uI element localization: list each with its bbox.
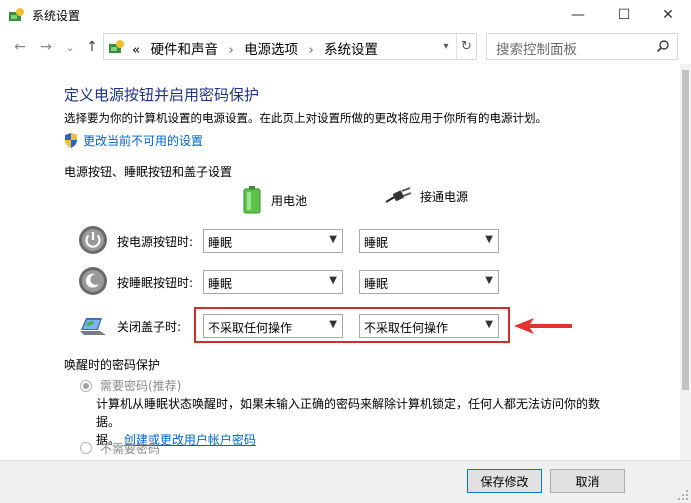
breadcrumb-item-power-options[interactable]: 电源选项	[244, 42, 298, 58]
no-password-option[interactable]: 不需要密码	[80, 440, 160, 456]
page-title: 定义电源按钮并启用密码保护	[64, 86, 260, 104]
breadcrumb: « 硬件和声音 › 电源选项 › 系统设置	[132, 38, 378, 58]
content-area: 定义电源按钮并启用密码保护 选择要为你的计算机设置的电源设置。在此页上对设置所做…	[0, 64, 691, 464]
title-bar: 系统设置 — ☐ ✕	[0, 0, 691, 30]
back-button[interactable]: ←	[10, 36, 30, 58]
breadcrumb-item-system-settings[interactable]: 系统设置	[324, 42, 378, 58]
save-changes-button[interactable]: 保存修改	[467, 469, 542, 493]
close-button[interactable]: ✕	[645, 0, 691, 30]
sleep-button-label: 按睡眠按钮时:	[117, 276, 194, 290]
power-button-battery-value: 睡眠	[208, 236, 233, 250]
annotation-arrow-icon	[514, 318, 572, 334]
address-bar[interactable]: « 硬件和声音 › 电源选项 › 系统设置 ▾ ↻	[103, 33, 477, 60]
battery-column-header: 用电池	[243, 186, 307, 214]
minimize-button[interactable]: —	[555, 0, 601, 30]
recent-locations-button[interactable]: ⌄	[60, 36, 80, 58]
wake-password-section-heading: 唤醒时的密码保护	[64, 358, 161, 372]
power-plug-icon	[385, 187, 412, 203]
chevron-down-icon: ▼	[329, 234, 337, 245]
battery-column-label: 用电池	[271, 193, 308, 208]
power-button-icon	[79, 226, 107, 254]
maximize-button[interactable]: ☐	[601, 0, 647, 30]
sleep-button-battery-select[interactable]: 睡眠 ▼	[203, 270, 343, 294]
sleep-button-plugged-select[interactable]: 睡眠 ▼	[359, 270, 499, 294]
cancel-button[interactable]: 取消	[550, 469, 625, 493]
require-password-description-text: 计算机从睡眠状态唤醒时，如果未输入正确的密码来解除计算机锁定，任何人都无法访问你…	[96, 397, 601, 429]
power-button-battery-select[interactable]: 睡眠 ▼	[203, 229, 343, 253]
page-description: 选择要为你的计算机设置的电源设置。在此页上对设置所做的更改将应用于你所有的电源计…	[64, 111, 547, 125]
require-password-option[interactable]: 需要密码(推荐)	[80, 377, 181, 394]
close-lid-label: 关闭盖子时:	[117, 320, 182, 334]
window-title: 系统设置	[32, 9, 81, 23]
search-icon[interactable]	[656, 39, 670, 53]
vertical-scrollbar[interactable]	[680, 64, 691, 464]
address-dropdown-icon[interactable]: ▾	[436, 34, 456, 59]
control-panel-icon	[109, 40, 124, 53]
footer-bar: 保存修改 取消	[0, 460, 691, 503]
control-panel-icon	[9, 8, 24, 21]
forward-button[interactable]: →	[36, 36, 56, 58]
shield-icon	[65, 133, 77, 148]
plugged-in-column-label: 接通电源	[420, 189, 469, 204]
power-button-plugged-select[interactable]: 睡眠 ▼	[359, 229, 499, 253]
power-buttons-section-heading: 电源按钮、睡眠按钮和盖子设置	[64, 165, 233, 179]
sleep-button-battery-value: 睡眠	[208, 277, 233, 291]
chevron-down-icon: ▼	[329, 275, 337, 286]
chevron-down-icon: ▼	[485, 275, 493, 286]
navigation-bar: ← → ⌄ ↑ « 硬件和声音 › 电源选项 › 系统设置 ▾ ↻ 搜索控制面板	[0, 30, 691, 64]
plugged-in-column-header: 接通电源	[384, 186, 468, 206]
resize-grip-icon[interactable]	[677, 489, 689, 501]
laptop-lid-icon	[80, 318, 106, 335]
radio-selected-icon[interactable]	[80, 379, 92, 392]
refresh-icon[interactable]: ↻	[456, 34, 476, 59]
sleep-button-plugged-value: 睡眠	[364, 277, 389, 291]
no-password-label: 不需要密码	[100, 441, 161, 456]
power-button-plugged-value: 睡眠	[364, 236, 389, 250]
change-unavailable-settings-link[interactable]: 更改当前不可用的设置	[64, 132, 203, 149]
battery-icon	[243, 186, 261, 214]
breadcrumb-separator[interactable]: ›	[228, 42, 233, 58]
chevron-down-icon: ▼	[485, 234, 493, 245]
scrollbar-thumb[interactable]	[682, 70, 689, 390]
search-box[interactable]: 搜索控制面板	[486, 33, 678, 60]
power-button-label: 按电源按钮时:	[117, 235, 194, 249]
radio-unselected-icon[interactable]	[80, 442, 92, 454]
breadcrumb-overflow[interactable]: «	[132, 42, 140, 58]
breadcrumb-separator[interactable]: ›	[308, 42, 313, 58]
require-password-description: 计算机从睡眠状态唤醒时，如果未输入正确的密码来解除计算机锁定，任何人都无法访问你…	[96, 395, 616, 449]
change-unavailable-settings-text[interactable]: 更改当前不可用的设置	[83, 132, 203, 149]
search-placeholder: 搜索控制面板	[496, 42, 577, 58]
up-button[interactable]: ↑	[82, 36, 102, 58]
sleep-button-icon	[79, 267, 107, 295]
highlight-box	[194, 307, 510, 343]
require-password-label: 需要密码(推荐)	[100, 379, 182, 393]
breadcrumb-item-hardware-sound[interactable]: 硬件和声音	[151, 42, 219, 58]
